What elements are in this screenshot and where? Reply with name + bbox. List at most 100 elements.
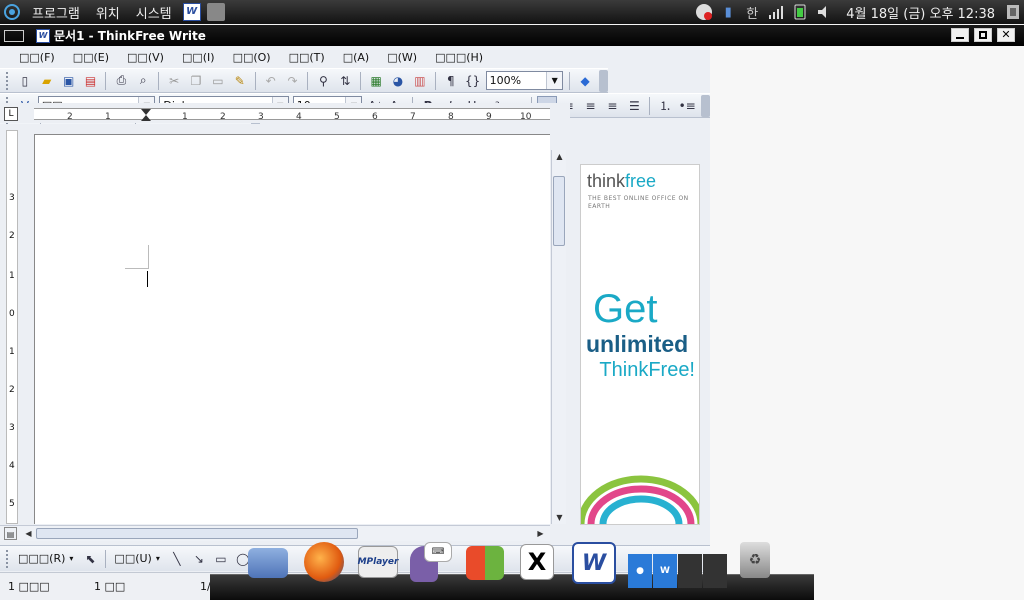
find-icon[interactable]: ⚲ [313, 71, 333, 91]
scroll-left-icon[interactable]: ◀ [22, 527, 35, 540]
menu-tools[interactable]: □□(T) [280, 51, 334, 64]
zoom-select[interactable]: 100% ▼ [485, 71, 564, 90]
ruler-strip[interactable]: 2 1 1 2 3 4 5 6 7 8 9 10 [34, 108, 550, 122]
ruler-label: 3 [258, 112, 264, 121]
ime-indicator[interactable]: 한 [743, 3, 761, 22]
taskbar-firefox-window[interactable]: ● [628, 554, 652, 588]
keyboard-status-icon[interactable]: ▮ [719, 3, 737, 21]
windows-flag-icon[interactable] [466, 546, 504, 580]
desktop-background [710, 46, 1024, 600]
taskbar-write-window[interactable]: W [653, 554, 677, 588]
insert-chart-icon[interactable]: ◕ [388, 71, 408, 91]
zoom-value: 100% [489, 74, 522, 87]
toolbar-separator [307, 71, 309, 90]
redo-icon[interactable]: ↷ [283, 71, 303, 91]
thinkfree-ad-banner[interactable]: thinkfree THE BEST ONLINE OFFICE ON EART… [580, 164, 700, 525]
menu-view[interactable]: □□(V) [118, 51, 173, 64]
menu-format[interactable]: □□(O) [224, 51, 280, 64]
trash-icon[interactable]: ♻ [740, 542, 770, 578]
update-notifier-icon[interactable] [695, 3, 713, 21]
field-codes-icon[interactable]: {} [463, 71, 483, 91]
chevron-down-icon[interactable]: ▾ [69, 554, 73, 563]
toolbar-grip[interactable] [6, 71, 10, 90]
menu-window[interactable]: □(W) [378, 51, 426, 64]
scroll-down-icon[interactable]: ▼ [553, 511, 566, 524]
toolbar-overflow[interactable] [701, 94, 711, 117]
bullet-list-icon[interactable]: •≡ [677, 96, 697, 116]
open-folder-icon[interactable]: ▰ [37, 71, 57, 91]
undo-icon[interactable]: ↶ [261, 71, 281, 91]
window-menu-icon[interactable] [4, 29, 24, 42]
save-icon[interactable]: ▣ [59, 71, 79, 91]
toolbar-grip[interactable] [6, 549, 10, 568]
volume-icon[interactable] [815, 3, 833, 21]
vruler-label: 4 [9, 461, 15, 471]
select-pointer-icon[interactable]: ⬉ [80, 549, 100, 569]
scroll-right-icon[interactable]: ▶ [534, 527, 547, 540]
help-icon[interactable]: ◆ [575, 71, 595, 91]
chevron-down-icon[interactable]: ▼ [546, 72, 563, 89]
align-right-icon[interactable]: ≡ [602, 96, 622, 116]
panel-menu-system[interactable]: 시스템 [128, 3, 180, 22]
export-pdf-icon[interactable]: ▤ [81, 71, 101, 91]
ime-keyboard-icon[interactable]: ⌨ [424, 542, 452, 562]
menu-file[interactable]: □□(F) [10, 51, 64, 64]
signal-icon[interactable] [767, 3, 785, 21]
panel-clock[interactable]: 4월 18일 (금) 오후 12:38 [836, 3, 1001, 22]
numbered-list-icon[interactable]: ⒈ [655, 96, 675, 116]
menu-insert[interactable]: □□(I) [173, 51, 224, 64]
battery-icon[interactable] [791, 3, 809, 21]
autoshapes-button[interactable]: □□(U) [110, 552, 155, 565]
taskbar-empty-slot[interactable] [703, 554, 727, 588]
thinkfree-write-dock-icon[interactable]: W [572, 542, 616, 584]
copy-icon[interactable]: ❐ [186, 71, 206, 91]
logout-icon[interactable] [1004, 3, 1022, 21]
ad-thinkfree: ThinkFree! [599, 359, 695, 381]
cut-icon[interactable]: ✂ [164, 71, 184, 91]
paste-icon[interactable]: ▭ [208, 71, 228, 91]
show-marks-icon[interactable]: ¶ [441, 71, 461, 91]
menu-table[interactable]: □(A) [334, 51, 379, 64]
main-menu-icon[interactable] [3, 3, 21, 21]
align-center-icon[interactable]: ≡ [581, 96, 601, 116]
chevron-down-icon[interactable]: ▾ [156, 554, 160, 563]
print-preview-icon[interactable]: ⌕ [133, 71, 153, 91]
insert-image-icon[interactable]: ▥ [410, 71, 430, 91]
arrow-tool-icon[interactable]: ↘ [189, 549, 209, 569]
close-button[interactable]: ✕ [997, 28, 1015, 42]
menu-help[interactable]: □□□(H) [426, 51, 492, 64]
tab-stop-selector[interactable]: L [4, 107, 18, 121]
folder-icon[interactable] [248, 548, 288, 578]
panel-menu-programs[interactable]: 프로그램 [24, 3, 88, 22]
document-page[interactable] [34, 134, 550, 524]
view-mode-icon[interactable]: ▤ [4, 527, 17, 540]
print-icon[interactable]: ⎙ [111, 71, 131, 91]
panel-menu-places[interactable]: 위치 [88, 3, 128, 22]
distribute-icon[interactable]: ☰ [624, 96, 644, 116]
firefox-icon[interactable] [304, 542, 344, 582]
vruler-label: 2 [9, 231, 15, 241]
minimize-button[interactable] [951, 28, 969, 42]
line-tool-icon[interactable]: ╲ [167, 549, 187, 569]
horizontal-scroll-thumb[interactable] [36, 528, 358, 539]
crossover-icon[interactable]: X [520, 544, 554, 580]
format-painter-icon[interactable]: ✎ [230, 71, 250, 91]
vertical-scroll-thumb[interactable] [553, 176, 565, 246]
replace-icon[interactable]: ⇅ [335, 71, 355, 91]
taskbar-empty-slot[interactable] [678, 554, 702, 588]
ruler-label: 2 [67, 112, 73, 121]
new-document-icon[interactable]: ▯ [15, 71, 35, 91]
maximize-button[interactable] [974, 28, 992, 42]
write-launcher-icon[interactable]: W [182, 3, 201, 21]
mplayer-icon[interactable]: MPlayer [358, 546, 398, 578]
toolbar-overflow[interactable] [599, 69, 608, 92]
insert-table-icon[interactable]: ▦ [366, 71, 386, 91]
show-desktop-icon[interactable] [206, 3, 225, 21]
horizontal-scrollbar[interactable]: ▤ ◀ ▶ [0, 525, 550, 541]
vertical-ruler[interactable]: 3 2 1 0 1 2 3 4 5 [6, 130, 18, 524]
ruler-label: 1 [182, 112, 188, 121]
vertical-scrollbar[interactable]: ▲ ▼ [551, 150, 566, 524]
menu-edit[interactable]: □□(E) [64, 51, 118, 64]
draw-menu-button[interactable]: □□□(R) [14, 552, 69, 565]
scroll-up-icon[interactable]: ▲ [553, 150, 566, 163]
